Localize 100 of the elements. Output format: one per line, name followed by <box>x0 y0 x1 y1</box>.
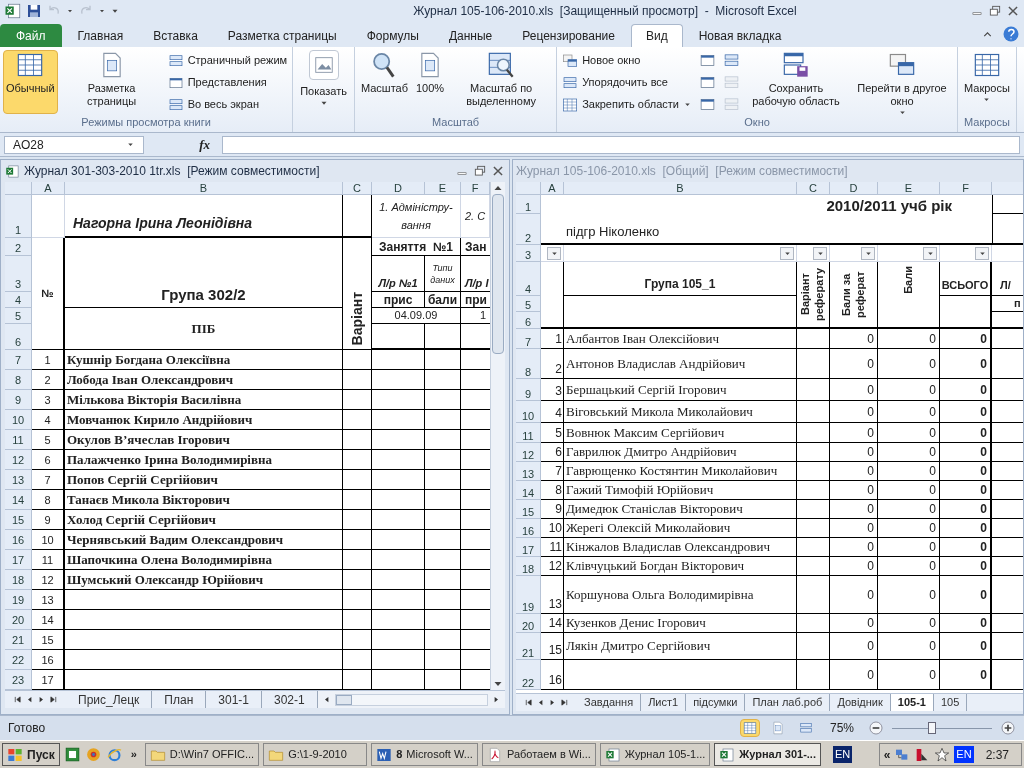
window-title: Журнал 105-106-2010.xls [Защищенный просмотр] - Microsoft Excel <box>413 3 797 20</box>
name-box[interactable]: AO28 <box>4 135 144 154</box>
save-icon[interactable] <box>26 3 42 19</box>
start-button[interactable]: Пуск <box>2 743 60 766</box>
sheet-tab[interactable]: підсумки <box>686 694 746 711</box>
scroll-thumb[interactable] <box>492 194 504 354</box>
arrow-right-icon[interactable] <box>492 695 501 704</box>
ribbon-button[interactable]: Закрепить области <box>560 94 694 115</box>
row-header: 20 <box>516 614 541 633</box>
sheet-tab[interactable]: План <box>152 691 207 708</box>
ribbon-button[interactable]: Обычный <box>3 50 58 114</box>
spreadsheet-icon <box>604 746 621 763</box>
total-header: ВСЬОГО <box>940 262 992 296</box>
ribbon-button[interactable]: Разметка страницы <box>59 50 164 114</box>
skip-icon[interactable] <box>49 695 58 704</box>
language-indicator[interactable]: EN <box>954 746 974 763</box>
ribbon-button[interactable]: Новое окно <box>560 50 694 71</box>
ribbon-button[interactable]: Страничный режим <box>165 50 290 71</box>
restore-icon[interactable] <box>473 164 487 178</box>
ribbon-tab[interactable]: Вид <box>630 24 683 47</box>
ribbon-button[interactable]: Сохранить рабочую область <box>744 50 848 114</box>
ribbon-tab[interactable]: Формулы <box>352 24 433 47</box>
vertical-scrollbar[interactable] <box>490 182 505 690</box>
sheet-tab[interactable]: Довідник <box>830 694 891 711</box>
function-label[interactable]: fx <box>199 134 210 155</box>
close-icon[interactable] <box>1006 4 1020 18</box>
ribbon-button[interactable]: Масштаб по выделенному <box>449 50 554 114</box>
tray-expand-button[interactable]: « <box>883 745 891 764</box>
filter-button[interactable] <box>813 246 827 260</box>
ribbon-button[interactable]: Представления <box>165 72 290 93</box>
formula-field[interactable] <box>222 135 1020 154</box>
table-cell <box>343 550 372 570</box>
table-cell: Клівчуцький Богдан Вікторович <box>564 557 797 576</box>
scroll-thumb[interactable] <box>335 694 352 705</box>
table-cell <box>425 390 461 410</box>
horizontal-scrollbar[interactable] <box>334 693 488 706</box>
taskbar-button[interactable]: 8 Microsoft W... <box>371 743 478 766</box>
zoom-out-icon[interactable] <box>868 720 884 736</box>
sheet-tab[interactable]: 105-1 <box>890 694 934 711</box>
close-icon[interactable] <box>491 164 505 178</box>
filter-button[interactable] <box>923 246 937 260</box>
zoom-slider-thumb[interactable] <box>928 722 936 734</box>
taskbar-button[interactable]: Журнал 105-1... <box>599 743 711 766</box>
sheet-tab[interactable]: 302-1 <box>262 691 318 708</box>
row-header: 17 <box>516 538 541 557</box>
ribbon-tab[interactable]: Новая вкладка <box>684 24 796 47</box>
table-cell <box>992 214 1023 245</box>
total-cell: 0 <box>940 462 992 481</box>
ribbon-button[interactable]: 100% <box>413 50 448 114</box>
ribbon-tab[interactable]: Вставка <box>139 24 212 47</box>
table-cell: Попов Сергій Сергійович <box>65 470 343 490</box>
sheet-tab[interactable]: Прис_Лецк <box>66 691 153 708</box>
table-cell <box>343 430 372 450</box>
restore-icon[interactable] <box>988 4 1002 18</box>
skip-icon[interactable] <box>524 698 533 707</box>
ribbon-tab[interactable]: Главная <box>63 24 138 47</box>
sheet-tab[interactable]: План лаб.роб <box>745 694 831 711</box>
ribbon-button[interactable]: Во весь экран <box>165 94 290 115</box>
spreadsheet-icon[interactable] <box>4 2 22 20</box>
row-header: 22 <box>516 660 541 690</box>
view-button[interactable] <box>740 719 760 737</box>
table-cell: Шумський Олександр Юрійович <box>65 570 343 590</box>
sheet-tab[interactable]: Лист1 <box>641 694 687 711</box>
browser-icon[interactable] <box>105 746 123 763</box>
app-icon[interactable] <box>63 746 81 763</box>
language-indicator[interactable]: EN <box>832 746 853 763</box>
taskbar-button[interactable]: D:\Win7 OFFIC... <box>144 743 260 766</box>
filter-button[interactable] <box>547 246 561 260</box>
taskbar-button[interactable]: Работаем в Wi... <box>481 743 596 766</box>
ribbon-tab[interactable]: Данные <box>434 24 507 47</box>
browser-icon[interactable] <box>84 746 102 763</box>
ribbon-tab[interactable]: Разметка страницы <box>213 24 351 47</box>
taskbar-button[interactable]: G:\1-9-2010 <box>263 743 368 766</box>
filter-button[interactable] <box>780 246 794 260</box>
filter-button[interactable] <box>861 246 875 260</box>
help-icon[interactable] <box>1002 25 1020 43</box>
data-types-header: Типи даних <box>425 256 461 292</box>
skip-icon[interactable] <box>560 698 569 707</box>
star-icon[interactable] <box>934 746 951 763</box>
taskbar-button[interactable]: Журнал 301-... <box>714 743 821 766</box>
skip-icon[interactable] <box>13 695 22 704</box>
column-header: E <box>878 182 940 195</box>
sheet-tab[interactable]: Завдання <box>577 694 642 711</box>
filter-button[interactable] <box>975 246 989 260</box>
ribbon-button[interactable]: Упорядочить все <box>560 72 694 93</box>
ribbon-tab[interactable]: Файл <box>0 24 62 47</box>
row-header: 6 <box>516 312 541 329</box>
more-button[interactable]: » <box>126 746 141 763</box>
ribbon-tab[interactable]: Рецензирование <box>508 24 629 47</box>
sheet-tab[interactable]: 105 <box>933 694 968 711</box>
ribbon-button[interactable]: Перейти в другое окно <box>850 50 954 114</box>
sheet-tab[interactable]: 301-1 <box>206 691 262 708</box>
show-button[interactable]: Показать <box>296 50 351 115</box>
table-cell: 9 <box>541 500 564 519</box>
ribbon-button[interactable]: Макросы <box>961 50 1013 114</box>
window-title: Журнал 105-106-2010.xls [Общий] [Режим совместимости] <box>516 163 848 180</box>
topic-cell: 1. Адміністру-вання <box>372 195 461 238</box>
zoom-in-icon[interactable] <box>1000 720 1016 736</box>
table-cell: 4 <box>541 401 564 423</box>
ribbon-button[interactable]: Масштаб <box>357 50 411 114</box>
